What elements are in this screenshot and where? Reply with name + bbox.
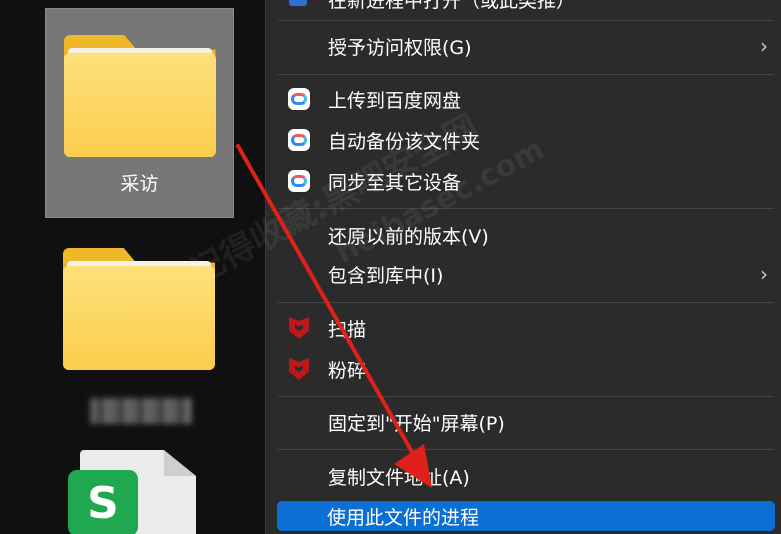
context-menu: 在新进程中打开（或此类推） 授予访问权限(G) › 上传到百度网盘 自动备份该文… (265, 0, 781, 534)
file-fold (164, 450, 196, 476)
chevron-right-icon: › (760, 262, 768, 286)
menu-item-label: 使用此文件的进程 (327, 506, 480, 529)
menu-item-label: 粉碎 (328, 359, 367, 382)
menu-item-copy-path[interactable]: 复制文件地址(A) (278, 457, 774, 495)
menu-item-grant-access[interactable]: 授予访问权限(G) › (278, 27, 774, 65)
screen: 采访 S 在新进程中打开（或此类推） 授予访问权限(G) › 上传到百度网盘 自… (0, 0, 781, 534)
menu-item-shred[interactable]: 粉碎 (278, 350, 774, 388)
menu-item-label: 固定到"开始"屏幕(P) (328, 412, 505, 435)
blurred-label (90, 398, 192, 424)
mcafee-icon (288, 317, 310, 339)
menu-separator (278, 20, 774, 21)
spreadsheet-file-icon: S (68, 470, 138, 534)
folder-icon (63, 35, 216, 157)
menu-item-partial[interactable]: 在新进程中打开（或此类推） (328, 0, 575, 12)
partial-item-icon (289, 0, 307, 6)
spreadsheet-badge-letter: S (87, 477, 119, 529)
menu-item-upload-baidu[interactable]: 上传到百度网盘 (278, 80, 774, 118)
folder-label: 采访 (120, 173, 159, 195)
menu-item-scan[interactable]: 扫描 (278, 309, 774, 347)
menu-item-label: 上传到百度网盘 (328, 89, 462, 112)
baidu-netdisk-icon (288, 88, 310, 110)
menu-item-label: 复制文件地址(A) (328, 466, 470, 489)
menu-item-file-process[interactable]: 使用此文件的进程 (277, 501, 775, 531)
desktop-spreadsheet-file[interactable]: S (68, 450, 198, 534)
menu-separator (278, 74, 774, 75)
desktop-folder-selected[interactable]: 采访 (45, 8, 234, 218)
menu-separator (278, 396, 774, 397)
baidu-netdisk-icon (288, 129, 310, 151)
menu-item-label: 授予访问权限(G) (328, 36, 472, 59)
mcafee-icon (288, 358, 310, 380)
menu-separator (278, 449, 774, 450)
menu-item-pin-start[interactable]: 固定到"开始"屏幕(P) (278, 403, 774, 441)
menu-item-label: 扫描 (328, 318, 367, 341)
menu-separator (278, 302, 774, 303)
chevron-right-icon: › (760, 34, 768, 58)
